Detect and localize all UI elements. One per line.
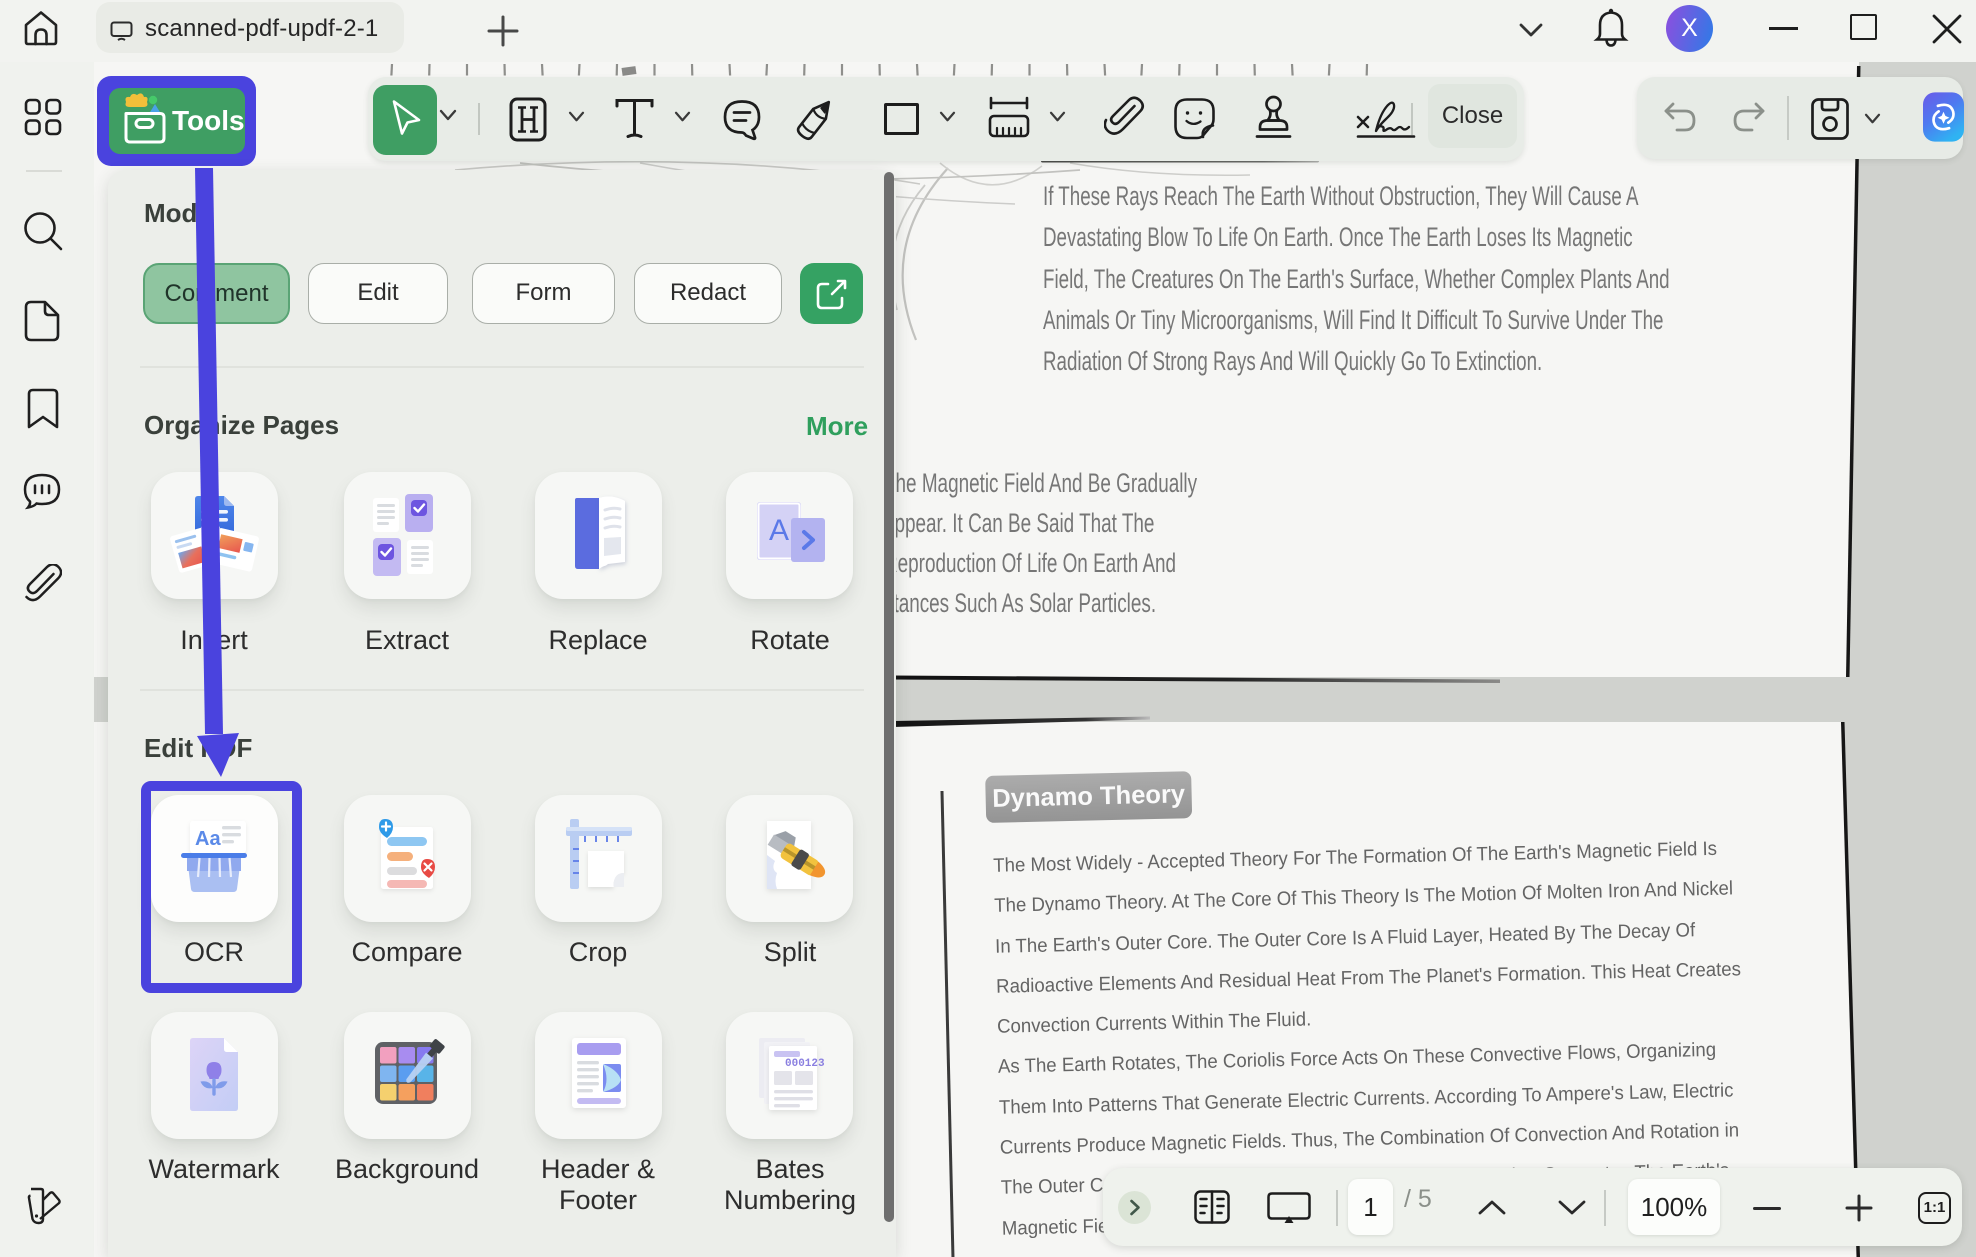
svg-text:A: A xyxy=(769,514,789,547)
svg-text:000123: 000123 xyxy=(785,1058,825,1070)
